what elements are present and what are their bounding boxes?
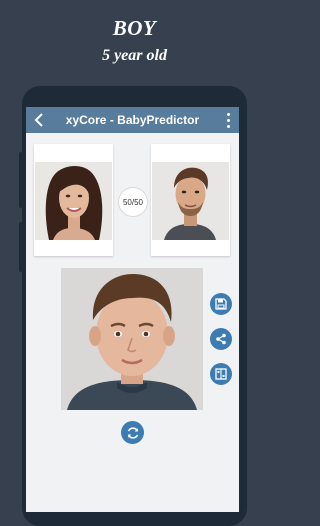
refresh-icon [127,426,138,439]
more-vertical-icon [226,112,230,116]
app-bar: xyCore - BabyPredictor [26,107,239,133]
more-options-button[interactable] [223,111,233,129]
back-button[interactable] [30,110,48,130]
mother-photo-card[interactable] [34,144,113,256]
share-icon [216,333,226,345]
app-title: xyCore - BabyPredictor [65,113,200,127]
father-photo-card[interactable] [151,144,230,256]
promo-title: BOY [112,16,157,40]
mother-photo [35,162,112,240]
phone-side-button [19,152,23,208]
father-photo [152,162,229,240]
share-button[interactable] [210,328,232,350]
phone-side-button [19,222,23,272]
app-screen: xyCore - BabyPredictor 50/50 [26,107,239,512]
child-result-photo [61,268,203,410]
save-button[interactable] [210,293,232,315]
compare-ratio-badge[interactable]: 50/50 [118,187,148,217]
compare-button[interactable] [210,363,232,385]
compare-icon [215,368,227,380]
arrow-back-icon [34,113,43,127]
child-photo [61,268,203,410]
save-icon [215,298,227,310]
promo-subtitle: 5 year old [102,47,167,64]
regenerate-button[interactable] [121,421,144,444]
